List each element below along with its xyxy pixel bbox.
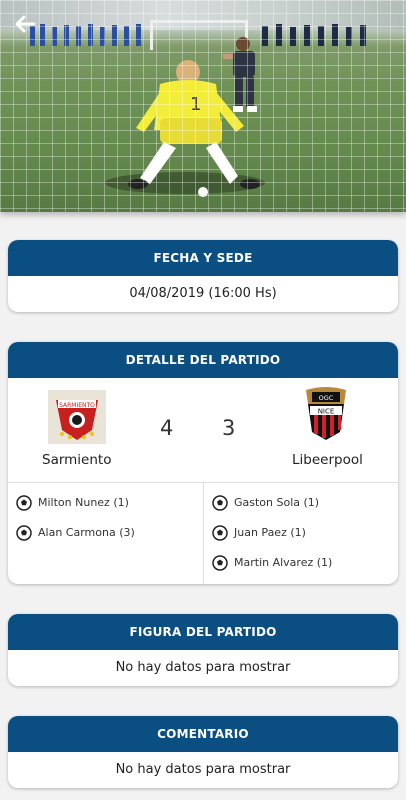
away-scorer: Juan Paez (1) — [212, 523, 306, 543]
svg-text:NICE: NICE — [318, 408, 335, 416]
home-scorers-list: Milton Nunez (1) Alan Carmona (3) — [8, 483, 202, 584]
comment-title: COMENTARIO — [8, 716, 398, 752]
date-venue-card: FECHA Y SEDE 04/08/2019 (16:00 Hs) — [8, 240, 398, 312]
svg-text:OGC: OGC — [319, 394, 334, 402]
away-team-name: Libeerpool — [292, 452, 363, 468]
soccer-ball-icon — [212, 525, 228, 541]
soccer-ball-icon — [212, 555, 228, 571]
soccer-ball-icon — [16, 495, 32, 511]
home-team-logo: SARMIENTO — [48, 390, 106, 444]
match-detail-card: DETALLE DEL PARTIDO SARMIENTO 4 3 OGC NI… — [8, 342, 398, 584]
home-scorer: Milton Nunez (1) — [16, 493, 129, 513]
away-scorer: Martin Alvarez (1) — [212, 553, 332, 573]
match-figure-value: No hay datos para mostrar — [115, 660, 291, 675]
date-venue-title: FECHA Y SEDE — [8, 240, 398, 276]
away-scorer: Gaston Sola (1) — [212, 493, 319, 513]
match-detail-title: DETALLE DEL PARTIDO — [8, 342, 398, 378]
match-figure-title: FIGURA DEL PARTIDO — [8, 614, 398, 650]
away-team-logo: OGC NICE — [300, 386, 352, 444]
away-score: 3 — [222, 416, 236, 440]
match-teams: SARMIENTO 4 3 OGC NICE Sarmiento Libeerp… — [8, 378, 398, 483]
comment-value: No hay datos para mostrar — [115, 762, 291, 777]
soccer-ball-icon — [212, 495, 228, 511]
scorers-section: Milton Nunez (1) Alan Carmona (3) Gaston… — [8, 483, 398, 584]
comment-card: COMENTARIO No hay datos para mostrar — [8, 716, 398, 788]
back-button[interactable] — [10, 12, 40, 42]
svg-text:SARMIENTO: SARMIENTO — [59, 402, 95, 409]
home-team-name: Sarmiento — [42, 452, 112, 468]
away-scorers-list: Gaston Sola (1) Juan Paez (1) Martin Alv… — [203, 483, 398, 584]
date-venue-value: 04/08/2019 (16:00 Hs) — [129, 286, 277, 301]
carousel-dot[interactable] — [198, 187, 208, 197]
soccer-ball-icon — [16, 525, 32, 541]
home-score: 4 — [160, 416, 174, 440]
arrow-left-icon — [15, 15, 36, 33]
home-scorer: Alan Carmona (3) — [16, 523, 135, 543]
match-figure-card: FIGURA DEL PARTIDO No hay datos para mos… — [8, 614, 398, 686]
match-photo-carousel[interactable]: 1 — [0, 0, 406, 212]
goal-net — [0, 0, 406, 212]
